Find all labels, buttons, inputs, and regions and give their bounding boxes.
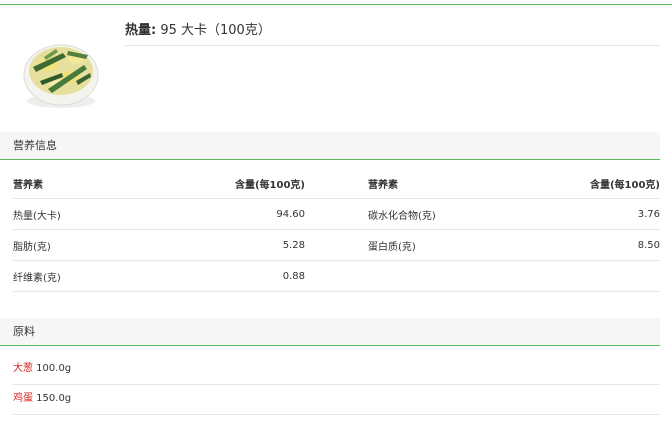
nutrition-row: 纤维素(克) 0.88 bbox=[13, 260, 660, 292]
nutrient-header-left: 营养素 bbox=[13, 168, 163, 199]
nutrition-row: 脂肪(克) 5.28 蛋白质(克) 8.50 bbox=[13, 229, 660, 261]
nutrient-header-right: 营养素 bbox=[368, 168, 518, 199]
amount-header-right: 含量(每100克) bbox=[518, 168, 660, 199]
nutrition-section-title: 营养信息 bbox=[13, 139, 57, 152]
ingredient-item: 大葱 100.0g bbox=[13, 354, 660, 385]
calorie-label: 热量: bbox=[125, 23, 157, 38]
nutrient-value: 94.60 bbox=[163, 198, 305, 230]
ingredient-name[interactable]: 鸡蛋 bbox=[13, 393, 33, 404]
amount-header-left: 含量(每100克) bbox=[163, 168, 305, 199]
ingredients-section-title: 原料 bbox=[13, 325, 35, 338]
top-divider bbox=[0, 4, 672, 5]
nutrition-header-row: 营养素 含量(每100克) 营养素 含量(每100克) bbox=[13, 168, 660, 199]
food-photo bbox=[23, 44, 99, 108]
ingredient-name[interactable]: 大葱 bbox=[13, 363, 33, 374]
ingredients-section-header: 原料 bbox=[0, 318, 660, 346]
calorie-value: 95 大卡（100克） bbox=[156, 23, 271, 38]
ingredient-amount: 150.0g bbox=[33, 393, 72, 404]
nutrient-name: 碳水化合物(克) bbox=[368, 198, 518, 230]
calorie-summary: 热量: 95 大卡（100克） bbox=[125, 21, 660, 46]
nutrition-table: 营养素 含量(每100克) 营养素 含量(每100克) 热量(大卡) 94.60… bbox=[13, 168, 660, 292]
nutrient-name bbox=[368, 260, 518, 292]
nutrient-name: 蛋白质(克) bbox=[368, 229, 518, 261]
ingredient-amount: 100.0g bbox=[33, 363, 72, 374]
nutrition-section-header: 营养信息 bbox=[0, 132, 660, 160]
nutrient-value: 3.76 bbox=[518, 198, 660, 230]
nutrient-name: 纤维素(克) bbox=[13, 260, 163, 292]
nutrient-value: 8.50 bbox=[518, 229, 660, 261]
nutrient-name: 脂肪(克) bbox=[13, 229, 163, 261]
nutrient-value: 0.88 bbox=[163, 260, 305, 292]
nutrient-value bbox=[518, 260, 660, 292]
nutrient-value: 5.28 bbox=[163, 229, 305, 261]
ingredient-item: 鸡蛋 150.0g bbox=[13, 384, 660, 415]
nutrient-name: 热量(大卡) bbox=[13, 198, 163, 230]
nutrition-row: 热量(大卡) 94.60 碳水化合物(克) 3.76 bbox=[13, 198, 660, 230]
